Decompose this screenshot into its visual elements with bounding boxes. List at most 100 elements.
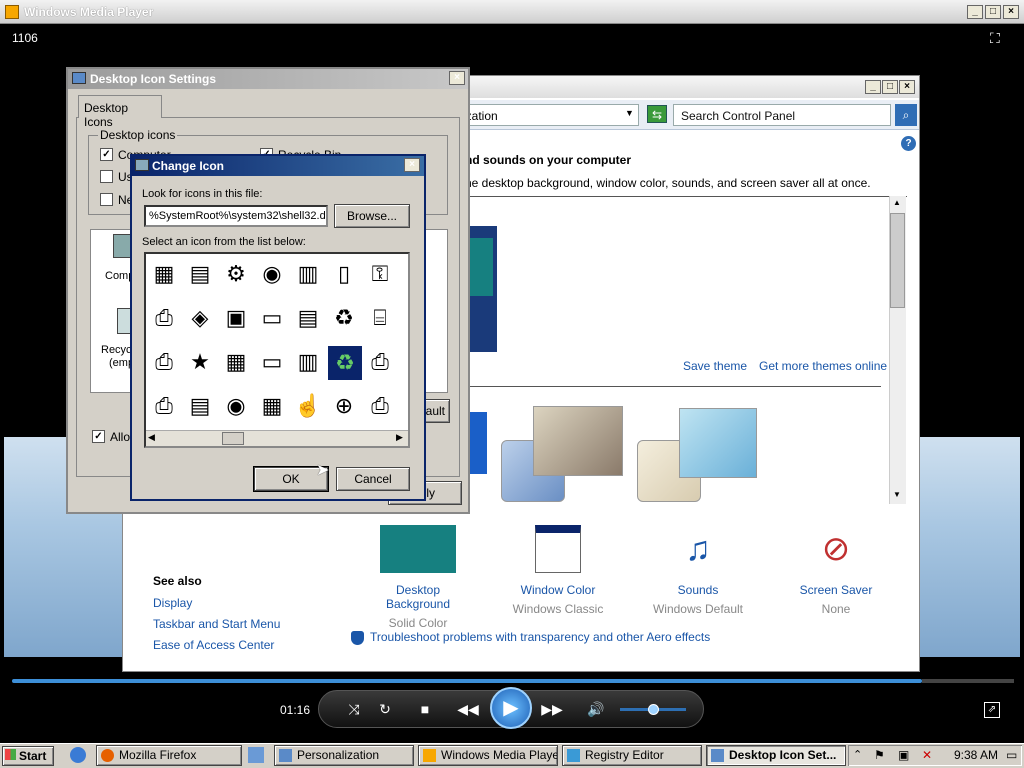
ie-quicklaunch-icon[interactable] [70, 747, 86, 763]
recycle-bin-icon-selected[interactable]: ♻ [328, 346, 362, 380]
theme-thumbnail[interactable] [679, 408, 757, 478]
fullscreen-icon[interactable]: ⛶ [990, 30, 1010, 48]
previous-icon[interactable]: ◀◀ [456, 699, 480, 719]
setting-screen-saver[interactable]: ⊘ Screen Saver None [781, 525, 891, 616]
play-button[interactable]: ▶ [490, 687, 532, 729]
close-icon[interactable]: × [404, 158, 420, 172]
shell-icon[interactable]: ▥ [294, 260, 322, 288]
globe-icon[interactable]: ◉ [258, 260, 286, 288]
printer-icon[interactable]: ⎙ [150, 392, 178, 420]
setting-window-color[interactable]: Window Color Windows Classic [503, 525, 613, 616]
printer-icon[interactable]: ⎙ [150, 348, 178, 376]
computer-checkbox[interactable]: ✓ [100, 148, 113, 161]
link-display[interactable]: Display [153, 596, 192, 610]
setting-value: Solid Color [388, 616, 448, 630]
desktop-quicklaunch-icon[interactable] [248, 747, 264, 763]
printer-icon[interactable]: ⎙ [366, 348, 394, 376]
minimize-icon[interactable]: _ [865, 80, 881, 94]
shell-icon[interactable]: ▦ [258, 392, 286, 420]
theme-thumbnail[interactable] [467, 412, 487, 474]
troubleshoot-link[interactable]: Troubleshoot problems with transparency … [370, 630, 710, 644]
file-path-input[interactable]: %SystemRoot%\system32\shell32.d [144, 205, 328, 227]
seek-bar-remaining[interactable] [922, 679, 1014, 683]
volume-icon[interactable]: 🔊 [584, 699, 608, 719]
tray-expand-icon[interactable]: ⌃ [853, 748, 862, 761]
globe-icon[interactable]: ◉ [222, 392, 250, 420]
folder-icon[interactable]: ★ [186, 348, 214, 376]
task-firefox[interactable]: Mozilla Firefox [96, 745, 242, 766]
help-icon[interactable]: ? [901, 136, 916, 151]
minimize-icon[interactable]: _ [967, 5, 983, 19]
flag-icon[interactable]: ⚑ [874, 748, 885, 762]
page-subtitle: he desktop background, window color, sou… [465, 176, 871, 190]
save-theme-link[interactable]: Save theme [683, 359, 747, 373]
shell-icon[interactable]: ▦ [150, 260, 178, 288]
theme-thumbnail[interactable] [533, 406, 623, 476]
shell-icon[interactable]: ▦ [222, 348, 250, 376]
close-icon[interactable]: × [449, 71, 465, 85]
drive-icon[interactable]: ⌸ [366, 304, 394, 332]
dialog-titlebar[interactable]: Change Icon × [132, 156, 424, 176]
cancel-button[interactable]: Cancel [336, 467, 410, 491]
task-registry-editor[interactable]: Registry Editor [562, 745, 702, 766]
network-icon[interactable]: ⊕ [330, 392, 358, 420]
printer-icon[interactable]: ⎙ [366, 392, 394, 420]
task-media-player[interactable]: Windows Media Player [418, 745, 558, 766]
task-label: Mozilla Firefox [119, 748, 197, 762]
shell-icon[interactable]: ◈ [186, 304, 214, 332]
user-files-checkbox[interactable] [100, 170, 113, 183]
scroll-down-icon[interactable]: ▼ [893, 490, 901, 499]
setting-desktop-background[interactable]: Desktop Background Solid Color [363, 525, 473, 630]
hand-icon[interactable]: ☝ [294, 392, 322, 420]
shell-icon[interactable]: ▣ [222, 304, 250, 332]
task-desktop-icon-settings[interactable]: Desktop Icon Set... [706, 745, 846, 766]
volume-knob[interactable] [648, 704, 659, 715]
link-taskbar[interactable]: Taskbar and Start Menu [153, 617, 280, 631]
shell-icon[interactable]: ⚙ [222, 260, 250, 288]
dialog-title: Desktop Icon Settings [90, 72, 217, 86]
maximize-icon[interactable]: □ [985, 5, 1001, 19]
allow-themes-checkbox[interactable]: ✓ [92, 430, 105, 443]
close-icon[interactable]: × [1003, 5, 1019, 19]
browse-button[interactable]: Browse... [334, 204, 410, 228]
scroll-right-icon[interactable]: ▶ [396, 432, 403, 443]
document-icon[interactable]: ▯ [330, 260, 358, 288]
network-checkbox[interactable] [100, 193, 113, 206]
repeat-icon[interactable]: ↻ [373, 699, 397, 719]
network-tray-icon[interactable]: ▣ [898, 748, 909, 762]
shuffle-icon[interactable]: ⤨ [342, 699, 366, 719]
shell-icon[interactable]: ▤ [186, 260, 214, 288]
shell-icon[interactable]: ▥ [294, 348, 322, 376]
key-icon[interactable]: ⚿ [366, 260, 394, 288]
switch-to-mini-icon[interactable]: ⇗ [984, 702, 1000, 718]
recycle-bin-icon[interactable]: ♻ [330, 304, 358, 332]
shell-icon[interactable]: ▤ [294, 304, 322, 332]
refresh-icon[interactable]: ⇆ [647, 105, 667, 123]
volume-muted-icon[interactable]: ✕ [922, 748, 932, 762]
shell-icon[interactable]: ▤ [186, 392, 214, 420]
chevron-down-icon[interactable]: ▼ [625, 108, 634, 118]
close-icon[interactable]: × [899, 80, 915, 94]
search-icon[interactable]: ⌕ [895, 104, 917, 126]
next-icon[interactable]: ▶▶ [540, 699, 564, 719]
printer-icon[interactable]: ⎙ [150, 304, 178, 332]
scrollbar-thumb[interactable] [890, 213, 905, 308]
get-more-themes-link[interactable]: Get more themes online [759, 359, 887, 373]
scroll-up-icon[interactable]: ▲ [893, 198, 901, 207]
scrollbar-thumb[interactable] [222, 432, 244, 445]
dialog-titlebar[interactable]: Desktop Icon Settings × [68, 69, 468, 89]
show-desktop-icon[interactable]: ▭ [1006, 748, 1017, 762]
link-ease-of-access[interactable]: Ease of Access Center [153, 638, 274, 652]
tab-desktop-icons[interactable]: Desktop Icons [78, 95, 162, 129]
icon-grid[interactable]: ▦ ▤ ⚙ ◉ ▥ ▯ ⚿ ⎙ ◈ ▣ ▭ ▤ ♻ ⌸ ⎙ ★ ▦ ▭ ▥ ♻ … [144, 252, 410, 448]
maximize-icon[interactable]: □ [882, 80, 898, 94]
monitor-icon[interactable]: ▭ [258, 304, 286, 332]
scroll-left-icon[interactable]: ◀ [148, 432, 155, 443]
task-personalization[interactable]: Personalization [274, 745, 414, 766]
monitor-icon[interactable]: ▭ [258, 348, 286, 376]
stop-icon[interactable]: ■ [413, 699, 437, 719]
setting-sounds[interactable]: ♫ Sounds Windows Default [643, 525, 753, 616]
seek-bar[interactable] [12, 679, 922, 683]
wmp-titlebar[interactable]: Windows Media Player _ □ × [0, 0, 1024, 24]
horizontal-scrollbar[interactable]: ◀ ▶ [146, 430, 408, 446]
